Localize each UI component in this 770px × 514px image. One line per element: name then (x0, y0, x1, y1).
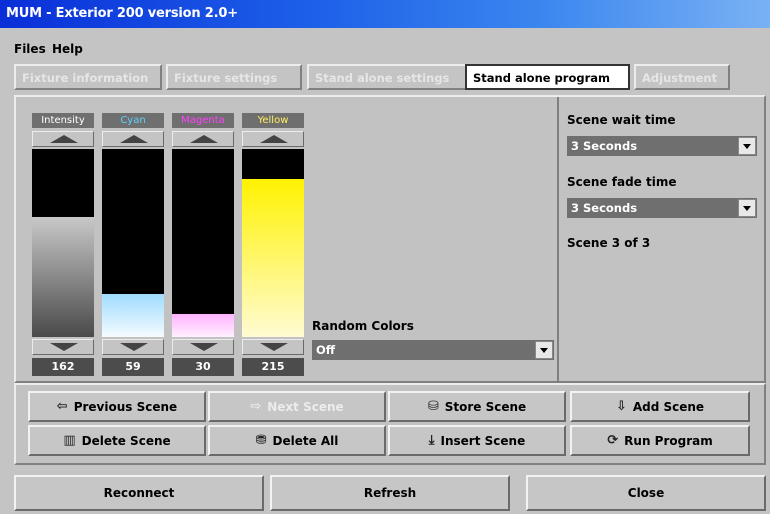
scene-fade-time-label: Scene fade time (567, 175, 677, 189)
delete-all-button[interactable]: ⛃ Delete All (208, 425, 386, 456)
store-icon: ⛁ (427, 399, 439, 414)
insert-scene-label: Insert Scene (440, 433, 526, 448)
slider-value: 59 (102, 358, 164, 376)
decrease-arrow-icon[interactable] (172, 339, 234, 355)
random-colors-select[interactable]: Off (312, 340, 554, 360)
close-button[interactable]: Close (526, 475, 766, 511)
slider-label: Cyan (102, 113, 164, 128)
trash-icon: ▥ (63, 433, 76, 448)
slider-fill (102, 293, 164, 337)
delete-scene-button[interactable]: ▥ Delete Scene (28, 425, 206, 456)
scene-fade-time-select[interactable]: 3 Seconds (567, 198, 757, 218)
add-arrow-icon: ⇩ (615, 399, 627, 414)
intensity-slider[interactable]: Intensity 162 (32, 113, 94, 379)
increase-arrow-icon[interactable] (32, 131, 94, 147)
slider-label: Yellow (242, 113, 304, 128)
application-window: MUM - Exterior 200 version 2.0+ Files He… (0, 0, 770, 514)
tab-fixture-information[interactable]: Fixture information (14, 64, 162, 90)
next-scene-label: Next Scene (267, 399, 344, 414)
menu-files[interactable]: Files (14, 42, 46, 56)
store-scene-label: Store Scene (444, 399, 527, 414)
tab-fixture-settings[interactable]: Fixture settings (166, 64, 302, 90)
scene-settings: Scene wait time 3 Seconds Scene fade tim… (557, 97, 764, 381)
chevron-down-icon[interactable] (738, 199, 756, 217)
refresh-cycle-icon: ⟳ (607, 433, 619, 448)
delete-all-label: Delete All (272, 433, 339, 448)
scene-wait-time-label: Scene wait time (567, 113, 676, 127)
tab-adjustment[interactable]: Adjustment (634, 64, 730, 90)
arrow-left-icon: ⇦ (56, 399, 68, 414)
slider-value: 215 (242, 358, 304, 376)
slider-track[interactable] (242, 149, 304, 337)
scene-buttons-panel: ⇦ Previous Scene ⇨ Next Scene ⛁ Store Sc… (14, 383, 766, 465)
arrow-right-icon: ⇨ (250, 399, 262, 414)
slider-fill (32, 216, 94, 337)
scene-counter: Scene 3 of 3 (567, 236, 651, 250)
increase-arrow-icon[interactable] (102, 131, 164, 147)
slider-value: 30 (172, 358, 234, 376)
program-panel: Intensity 162 Cyan 59 Magenta 30 Yellow … (14, 95, 766, 383)
increase-arrow-icon[interactable] (242, 131, 304, 147)
previous-scene-button[interactable]: ⇦ Previous Scene (28, 391, 206, 422)
reconnect-button[interactable]: Reconnect (14, 475, 264, 511)
yellow-slider[interactable]: Yellow 215 (242, 113, 304, 379)
decrease-arrow-icon[interactable] (32, 339, 94, 355)
delete-scene-label: Delete Scene (81, 433, 171, 448)
slider-track[interactable] (32, 149, 94, 337)
insert-scene-button[interactable]: ⤓ Insert Scene (388, 425, 566, 456)
menu-bar: Files Help (0, 28, 770, 58)
increase-arrow-icon[interactable] (172, 131, 234, 147)
slider-value: 162 (32, 358, 94, 376)
slider-fill (172, 314, 234, 337)
next-scene-button[interactable]: ⇨ Next Scene (208, 391, 386, 422)
slider-label: Magenta (172, 113, 234, 128)
scene-wait-time-select[interactable]: 3 Seconds (567, 136, 757, 156)
chevron-down-icon[interactable] (535, 341, 553, 359)
title-bar: MUM - Exterior 200 version 2.0+ (0, 0, 770, 28)
refresh-button[interactable]: Refresh (270, 475, 510, 511)
run-program-button[interactable]: ⟳ Run Program (570, 425, 750, 456)
tab-stand-alone-settings[interactable]: Stand alone settings (307, 64, 470, 90)
magenta-slider[interactable]: Magenta 30 (172, 113, 234, 379)
menu-help[interactable]: Help (52, 42, 83, 56)
scene-fade-time-value: 3 Seconds (571, 201, 638, 215)
slider-fill (242, 179, 304, 337)
store-scene-button[interactable]: ⛁ Store Scene (388, 391, 566, 422)
add-scene-button[interactable]: ⇩ Add Scene (570, 391, 750, 422)
slider-track[interactable] (102, 149, 164, 337)
tab-stand-alone-program[interactable]: Stand alone program (465, 64, 630, 90)
slider-track[interactable] (172, 149, 234, 337)
decrease-arrow-icon[interactable] (102, 339, 164, 355)
previous-scene-label: Previous Scene (73, 399, 178, 414)
add-scene-label: Add Scene (632, 399, 705, 414)
run-program-label: Run Program (624, 433, 713, 448)
chevron-down-icon[interactable] (738, 137, 756, 155)
random-colors-label: Random Colors (312, 319, 414, 333)
slider-label: Intensity (32, 113, 94, 128)
insert-icon: ⤓ (428, 433, 435, 448)
cyan-slider[interactable]: Cyan 59 (102, 113, 164, 379)
window-title: MUM - Exterior 200 version 2.0+ (6, 6, 238, 21)
random-colors-value: Off (316, 343, 336, 357)
decrease-arrow-icon[interactable] (242, 339, 304, 355)
trash-all-icon: ⛃ (255, 433, 267, 448)
scene-wait-time-value: 3 Seconds (571, 139, 638, 153)
